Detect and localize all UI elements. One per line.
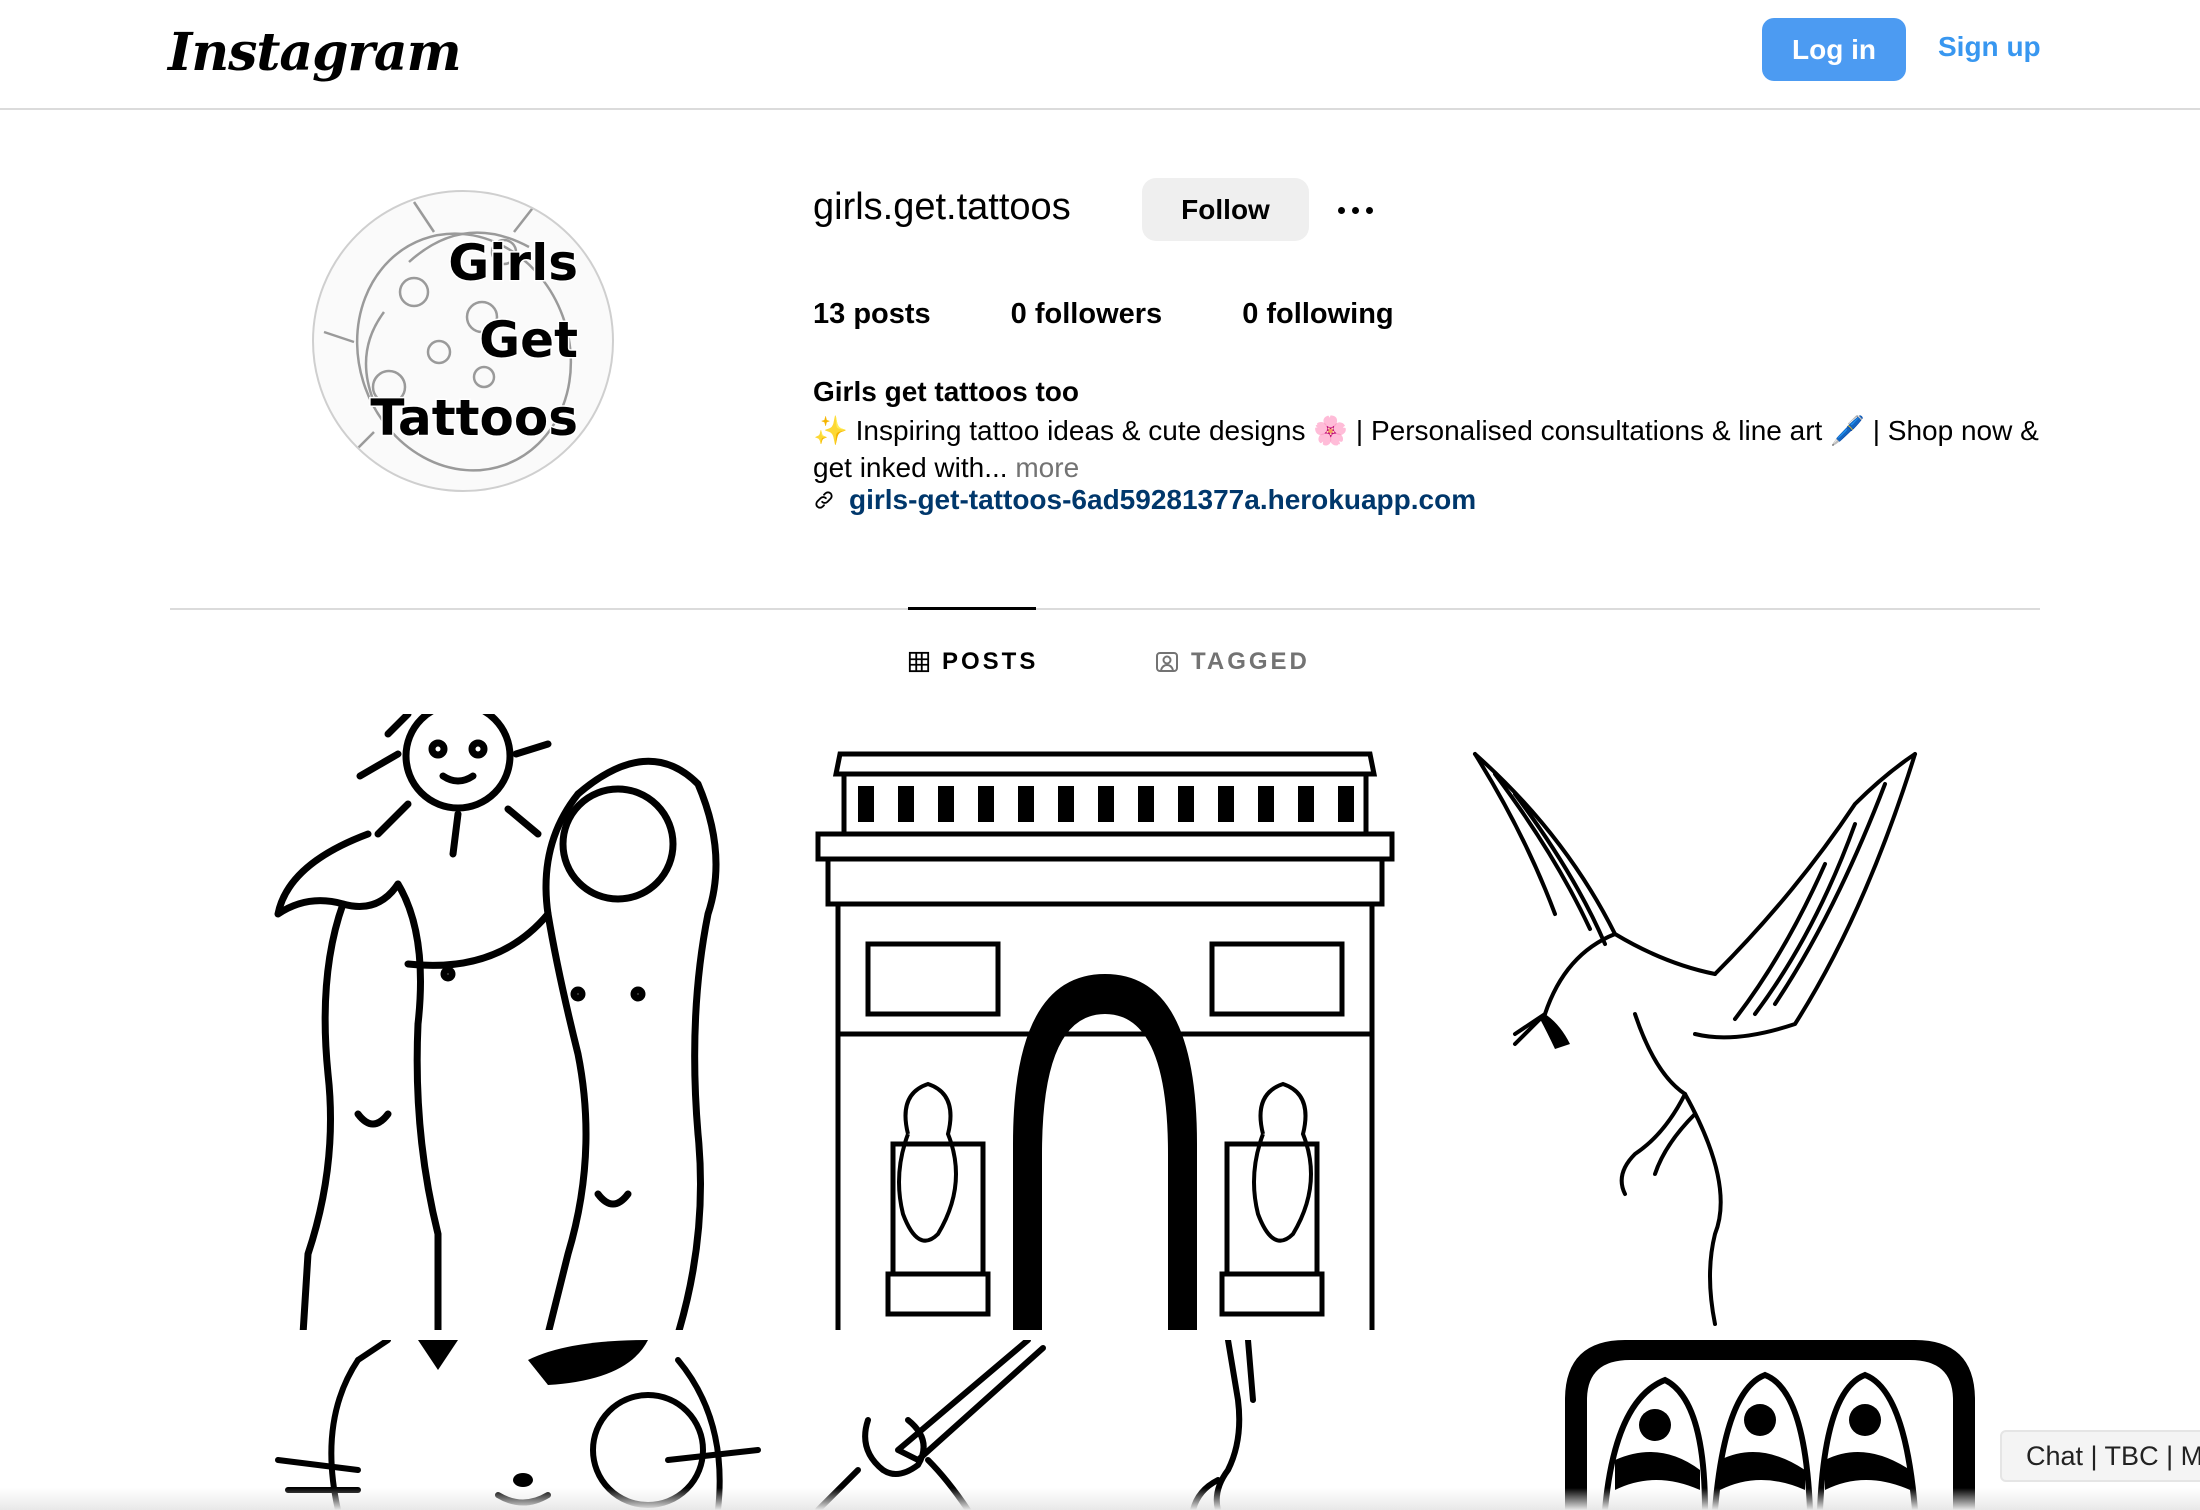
post-tile[interactable] xyxy=(248,1340,862,1510)
link-icon xyxy=(815,491,833,509)
signup-link[interactable]: Sign up xyxy=(1938,31,2041,63)
tabs-divider xyxy=(170,608,2040,610)
posts-stat: 13 posts xyxy=(813,298,931,330)
post-tile[interactable] xyxy=(798,714,1412,1330)
sun-moon-figures-illustration xyxy=(274,714,720,1330)
tab-tagged-label: TAGGED xyxy=(1191,648,1310,675)
bottom-fade xyxy=(0,1488,2200,1510)
profile-link-text: girls-get-tattoos-6ad59281377a.herokuapp… xyxy=(849,484,1477,515)
more-options-icon[interactable] xyxy=(1330,190,1380,230)
follow-button[interactable]: Follow xyxy=(1142,178,1309,241)
tab-tagged[interactable]: TAGGED xyxy=(1155,648,1310,676)
active-tab-indicator xyxy=(908,607,1036,610)
login-button[interactable]: Log in xyxy=(1762,18,1906,81)
profile-stats: 13 posts 0 followers 0 following xyxy=(813,298,1394,331)
tagged-icon xyxy=(1156,652,1178,672)
avatar-text-line-1: Girls xyxy=(448,234,578,292)
crane-illustration xyxy=(1473,752,1917,1326)
avatar-text-line-3: Tattoos xyxy=(370,389,578,447)
tab-posts-label: POSTS xyxy=(942,648,1039,675)
tab-posts[interactable]: POSTS xyxy=(908,648,1038,676)
ladybug-avatar-illustration: Girls Get Tattoos xyxy=(323,199,580,472)
post-tile[interactable] xyxy=(1415,1340,2029,1510)
instagram-logo[interactable]: Instagram xyxy=(168,22,462,83)
grid-icon xyxy=(908,651,930,673)
lucky-cat-illustration xyxy=(275,1340,761,1510)
post-tile[interactable] xyxy=(248,714,862,1330)
bio-text: ✨ Inspiring tattoo ideas & cute designs … xyxy=(813,415,2039,483)
chat-widget[interactable]: Chat | TBC | M xyxy=(2000,1430,2200,1482)
avatar-text-line-2: Get xyxy=(479,311,578,369)
arc-de-triomphe-illustration xyxy=(815,751,1395,1330)
top-bar: Instagram Log in Sign up xyxy=(0,0,2200,110)
profile-username: girls.get.tattoos xyxy=(813,186,1071,228)
bio-more-link[interactable]: more xyxy=(1015,452,1079,483)
post-tile[interactable] xyxy=(798,1340,1412,1510)
profile-avatar[interactable]: Girls Get Tattoos xyxy=(312,190,614,492)
following-stat[interactable]: 0 following xyxy=(1242,298,1393,331)
profile-link[interactable]: girls-get-tattoos-6ad59281377a.herokuapp… xyxy=(813,484,1476,516)
hands-holding-stick-illustration xyxy=(815,1340,1256,1510)
post-tile[interactable] xyxy=(1415,714,2029,1330)
sardine-tin-illustration xyxy=(1565,1340,1975,1510)
followers-stat[interactable]: 0 followers xyxy=(1011,298,1163,331)
bio-name: Girls get tattoos too xyxy=(813,376,1079,407)
